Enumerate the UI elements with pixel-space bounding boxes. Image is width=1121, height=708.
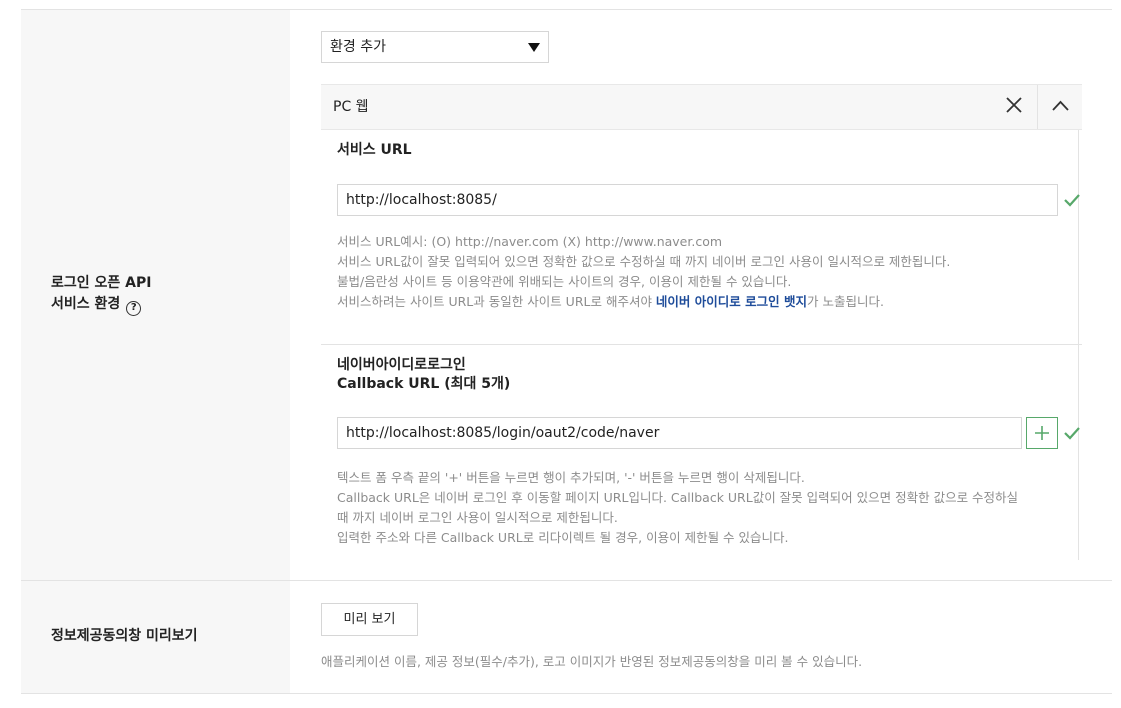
service-url-input[interactable]: [337, 184, 1058, 216]
add-callback-row-button[interactable]: [1026, 417, 1058, 449]
callback-url-title-line1: 네이버아이디로로그인: [337, 357, 466, 373]
callback-url-hint-2: Callback URL은 네이버 로그인 후 이동할 페이지 URL입니다. …: [337, 490, 1019, 505]
environment-panel-title: PC 웹: [333, 99, 369, 115]
service-url-hint-4-post: 가 노출됩니다.: [806, 294, 884, 309]
add-environment-select-value: 환경 추가: [330, 39, 386, 55]
check-icon: [1064, 427, 1080, 440]
panel-field-divider: [321, 344, 1082, 345]
environment-panel-header: PC 웹: [321, 84, 1082, 130]
consent-preview-hint: 애플리케이션 이름, 제공 정보(필수/추가), 로고 이미지가 반영된 정보제…: [321, 654, 863, 669]
callback-url-hints: 텍스트 폼 우측 끝의 '+' 버튼을 누르면 행이 추가되며, '-' 버튼을…: [337, 468, 1018, 548]
service-url-hint-3: 불법/음란성 사이트 등 이용약관에 위배되는 사이트의 경우, 이용이 제한될…: [337, 274, 792, 289]
service-url-hints: 서비스 URL예시: (O) http://naver.com (X) http…: [337, 232, 950, 312]
service-url-hint-1: 서비스 URL예시: (O) http://naver.com (X) http…: [337, 234, 723, 249]
api-env-label-line2: 서비스 환경: [51, 296, 121, 312]
api-env-label-line1: 로그인 오픈 API: [51, 275, 152, 291]
close-icon: [1006, 97, 1022, 113]
login-badge-link[interactable]: 네이버 아이디로 로그인 뱃지: [656, 294, 807, 309]
api-env-label: 로그인 오픈 API 서비스 환경?: [51, 273, 151, 316]
check-icon: [1064, 194, 1080, 207]
help-icon[interactable]: ?: [126, 301, 142, 316]
caret-down-icon: [528, 43, 540, 52]
api-env-label-line2-row: 서비스 환경?: [51, 294, 151, 316]
service-url-title: 서비스 URL: [337, 142, 412, 158]
plus-icon: [1035, 426, 1049, 440]
callback-url-title-line2: Callback URL (최대 5개): [337, 376, 511, 392]
callback-url-hint-1: 텍스트 폼 우측 끝의 '+' 버튼을 누르면 행이 추가되며, '-' 버튼을…: [337, 470, 805, 485]
callback-url-input[interactable]: [337, 417, 1022, 449]
service-url-hint-2: 서비스 URL값이 잘못 입력되어 있으면 정확한 값으로 수정하실 때 까지 …: [337, 254, 951, 269]
callback-url-title: 네이버아이디로로그인 Callback URL (최대 5개): [337, 356, 510, 394]
service-url-hint-4: 서비스하려는 사이트 URL과 동일한 사이트 URL로 해주셔야 네이버 아이…: [337, 292, 950, 312]
service-url-hint-4-pre: 서비스하려는 사이트 URL과 동일한 사이트 URL로 해주셔야: [337, 294, 656, 309]
collapse-button[interactable]: [1037, 85, 1082, 129]
consent-preview-label: 정보제공동의창 미리보기: [51, 628, 198, 644]
section-bottom-divider: [21, 693, 1112, 694]
callback-url-hint-3: 때 까지 네이버 로그인 사용이 일시적으로 제한됩니다.: [337, 510, 618, 525]
add-environment-select[interactable]: 환경 추가: [321, 31, 549, 63]
callback-url-hint-4: 입력한 주소와 다른 Callback URL로 리다이렉트 될 경우, 이용이…: [337, 530, 789, 545]
chevron-up-icon: [1052, 100, 1069, 111]
close-button[interactable]: [991, 85, 1037, 129]
preview-button[interactable]: 미리 보기: [321, 603, 418, 636]
app-settings-page: 로그인 오픈 API 서비스 환경? 환경 추가 PC 웹 서비스 URL 서비…: [0, 0, 1121, 708]
